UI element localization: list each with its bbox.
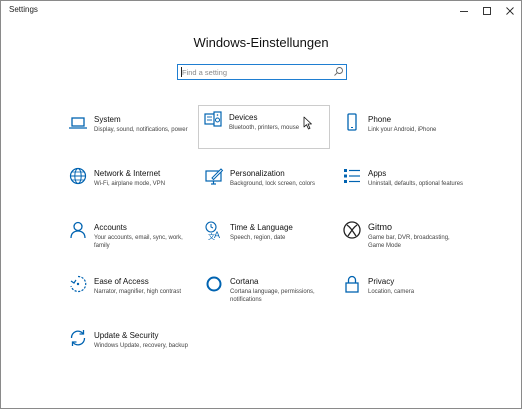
cortana-ring-icon	[206, 276, 222, 292]
window-title: Settings	[9, 5, 38, 14]
tile-title: Phone	[368, 115, 392, 124]
tile-accounts[interactable]: Accounts Your accounts, email, sync, wor…	[63, 215, 195, 259]
keyboard-speaker-icon	[204, 111, 222, 127]
tile-title: Time & Language	[230, 223, 293, 232]
tile-title: Personalization	[230, 169, 285, 178]
laptop-icon	[69, 117, 87, 129]
time-language-icon: A文	[205, 221, 220, 241]
tile-subtitle: Background, lock screen, colors	[230, 181, 316, 187]
svg-text:文: 文	[208, 232, 215, 241]
tile-title: Network & Internet	[94, 169, 161, 178]
tile-subtitle: Speech, region, date	[230, 235, 286, 241]
search-box[interactable]	[177, 64, 347, 80]
tile-gaming[interactable]: Gitmo Game bar, DVR, broadcasting, Game …	[337, 215, 469, 259]
tile-subtitle: Windows Update, recovery, backup	[94, 343, 188, 349]
tile-ease-of-access[interactable]: Ease of Access Narrator, magnifier, high…	[63, 269, 195, 313]
apps-list-icon	[344, 169, 360, 183]
tile-subtitle: Wi-Fi, airplane mode, VPN	[94, 181, 166, 187]
person-icon	[70, 221, 86, 239]
globe-icon	[69, 167, 87, 185]
minimize-icon	[460, 11, 468, 12]
tile-cortana[interactable]: Cortana Cortana language, permissions, n…	[199, 269, 331, 313]
tile-time-language[interactable]: A文 Time & Language Speech, region, date	[199, 215, 331, 259]
xbox-icon	[343, 221, 361, 239]
tile-personalization[interactable]: Personalization Background, lock screen,…	[199, 161, 331, 205]
tile-subtitle: Location, camera	[368, 289, 415, 295]
mouse-cursor-icon	[303, 116, 312, 130]
tile-update-security[interactable]: Update & Security Windows Update, recove…	[63, 323, 195, 367]
close-icon	[506, 7, 514, 15]
search-input[interactable]	[182, 66, 328, 78]
search-icon[interactable]	[333, 66, 344, 77]
maximize-icon	[483, 7, 491, 15]
tile-system[interactable]: System Display, sound, notifications, po…	[63, 107, 195, 151]
tile-subtitle: Game bar, DVR, broadcasting, Game Mode	[368, 235, 450, 249]
page-title: Windows-Einstellungen	[193, 35, 329, 50]
tile-privacy[interactable]: Privacy Location, camera	[337, 269, 469, 313]
title-bar[interactable]: Settings	[1, 1, 521, 21]
close-button[interactable]	[499, 1, 521, 21]
tile-title: System	[94, 115, 121, 124]
tile-title: Accounts	[94, 223, 127, 232]
tile-title: Ease of Access	[94, 277, 149, 286]
tile-title: Update & Security	[94, 331, 159, 340]
tile-phone[interactable]: Phone Link your Android, iPhone	[337, 107, 469, 151]
tile-title: Apps	[368, 169, 387, 178]
tile-subtitle: Your accounts, email, sync, work, family	[94, 235, 183, 249]
lock-icon	[345, 275, 359, 293]
tile-apps[interactable]: Apps Uninstall, defaults, optional featu…	[337, 161, 469, 205]
tile-subtitle: Link your Android, iPhone	[368, 127, 437, 133]
maximize-button[interactable]	[476, 1, 498, 21]
settings-window: Settings Windows-Einstellungen System Di…	[0, 0, 522, 409]
tile-title: Gitmo	[368, 222, 393, 232]
tile-title: Devices	[229, 113, 258, 122]
tile-network-internet[interactable]: Network & Internet Wi-Fi, airplane mode,…	[63, 161, 195, 205]
tile-subtitle: Narrator, magnifier, high contrast	[94, 289, 182, 295]
sync-arrows-icon	[70, 330, 86, 346]
tile-title: Cortana	[230, 277, 259, 286]
minimize-button[interactable]	[453, 1, 475, 21]
tile-subtitle: Uninstall, defaults, optional features	[368, 181, 464, 187]
tile-subtitle: Cortana language, permissions, notificat…	[230, 289, 315, 303]
ease-of-access-icon	[70, 275, 87, 293]
tile-subtitle: Display, sound, notifications, power	[94, 127, 188, 133]
paint-monitor-icon	[205, 168, 224, 185]
phone-icon	[347, 113, 357, 131]
tile-title: Privacy	[368, 277, 395, 286]
